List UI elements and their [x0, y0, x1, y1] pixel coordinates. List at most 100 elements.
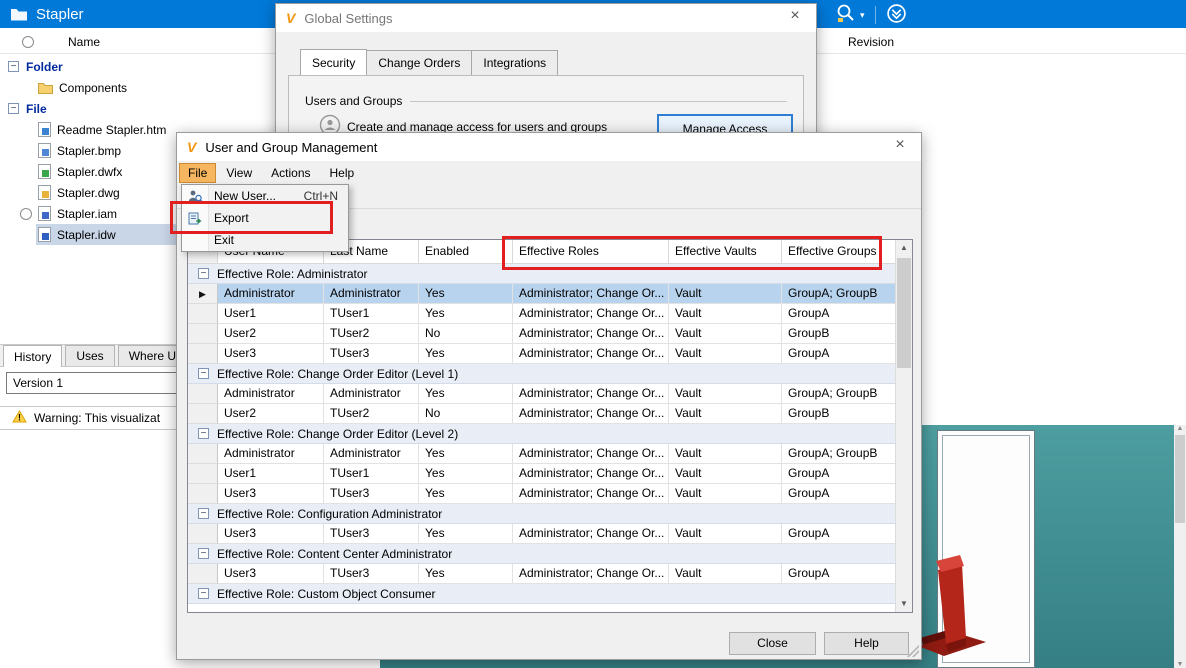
tab-change-orders[interactable]: Change Orders	[367, 50, 473, 76]
scroll-up-icon[interactable]: ▲	[896, 240, 912, 256]
table-cell: Vault	[669, 324, 782, 344]
search-options-icon[interactable]	[836, 3, 856, 27]
file-icon-iam	[38, 206, 51, 221]
menu-help[interactable]: Help	[321, 163, 364, 183]
screen: Stapler ▾ Name Revision − Folder Component…	[0, 0, 1186, 668]
resize-grip[interactable]	[907, 645, 919, 657]
ugm-table-body: − Effective Role: Administrator ▶ Administr…	[188, 264, 912, 604]
close-icon[interactable]: ×	[889, 136, 911, 154]
table-row[interactable]: User1 TUser1 Yes Administrator; Change Or..…	[188, 464, 897, 484]
collapse-icon[interactable]: −	[198, 268, 209, 279]
collapse-icon[interactable]: −	[198, 548, 209, 559]
column-header-effective-roles[interactable]: Effective Roles	[513, 240, 669, 264]
table-row[interactable]: User2 TUser2 No Administrator; Change Or...…	[188, 404, 897, 424]
table-row[interactable]: Administrator Administrator Yes Administrat…	[188, 444, 897, 464]
table-cell: User2	[218, 404, 324, 424]
scroll-down-icon[interactable]: ▼	[1174, 661, 1186, 668]
table-cell: Administrator; Change Or...	[513, 324, 669, 344]
tree-item-folder[interactable]: − Folder	[0, 56, 280, 77]
table-row[interactable]: User2 TUser2 No Administrator; Change Or...…	[188, 324, 897, 344]
table-cell: Administrator	[218, 444, 324, 464]
collapse-icon[interactable]: −	[198, 368, 209, 379]
collapse-icon[interactable]: −	[198, 428, 209, 439]
row-selector	[188, 484, 218, 504]
table-cell: GroupA	[782, 484, 897, 504]
tree-item-file[interactable]: − File	[0, 98, 280, 119]
vault-logo-icon: V	[187, 139, 197, 155]
table-scrollbar[interactable]: ▲ ▼	[895, 240, 912, 612]
scrollbar-thumb[interactable]	[1175, 435, 1185, 523]
table-cell: User2	[218, 324, 324, 344]
table-cell: User1	[218, 304, 324, 324]
table-row[interactable]: User3 TUser3 Yes Administrator; Change Or..…	[188, 484, 897, 504]
column-header-enabled[interactable]: Enabled	[419, 240, 513, 264]
radio-icon[interactable]	[20, 207, 32, 220]
table-group-header[interactable]: − Effective Role: Administrator	[188, 264, 897, 284]
table-row[interactable]: Administrator Administrator Yes Administrat…	[188, 384, 897, 404]
table-group-header[interactable]: − Effective Role: Content Center Administ…	[188, 544, 897, 564]
table-group-header[interactable]: − Effective Role: Custom Object Consumer	[188, 584, 897, 604]
table-row[interactable]: User3 TUser3 Yes Administrator; Change Or..…	[188, 344, 897, 364]
table-cell: Administrator; Change Or...	[513, 404, 669, 424]
table-cell: Yes	[419, 344, 513, 364]
scrollbar-thumb[interactable]	[897, 258, 911, 368]
folder-icon	[10, 7, 28, 21]
group-title: Effective Role: Custom Object Consumer	[217, 586, 436, 601]
tab-integrations[interactable]: Integrations	[472, 50, 559, 76]
table-cell: User1	[218, 464, 324, 484]
column-header-effective-groups[interactable]: Effective Groups	[782, 240, 897, 264]
table-cell: Vault	[669, 564, 782, 584]
menu-item-new-user[interactable]: New User... Ctrl+N	[182, 185, 348, 207]
table-cell: TUser2	[324, 404, 419, 424]
tab-security[interactable]: Security	[300, 49, 368, 76]
scroll-down-icon[interactable]: ▼	[896, 596, 912, 612]
table-cell: Administrator; Change Or...	[513, 384, 669, 404]
menu-actions[interactable]: Actions	[262, 163, 319, 183]
table-row[interactable]: User3 TUser3 Yes Administrator; Change Or..…	[188, 524, 897, 544]
tree-item-components[interactable]: Components	[0, 77, 280, 98]
close-button[interactable]: Close	[729, 632, 816, 655]
viewport-scrollbar[interactable]: ▲ ▼	[1174, 425, 1186, 668]
new-user-icon	[182, 189, 208, 203]
tree-item-label: Stapler.idw	[57, 227, 116, 242]
table-group-header[interactable]: − Effective Role: Change Order Editor (Le…	[188, 364, 897, 384]
section-divider	[410, 100, 787, 102]
menu-item-exit[interactable]: Exit	[182, 229, 348, 251]
menu-item-export[interactable]: Export	[182, 207, 348, 229]
collapse-icon[interactable]: −	[8, 103, 19, 114]
menu-file[interactable]: File	[179, 162, 217, 183]
table-cell: TUser3	[324, 484, 419, 504]
collapse-icon[interactable]: −	[198, 508, 209, 519]
column-header-effective-vaults[interactable]: Effective Vaults	[669, 240, 782, 264]
table-cell: Yes	[419, 484, 513, 504]
sync-circle-icon[interactable]	[886, 3, 907, 27]
table-cell: Administrator; Change Or...	[513, 564, 669, 584]
tab-uses[interactable]: Uses	[65, 345, 115, 366]
tab-history[interactable]: History	[3, 345, 63, 367]
table-row[interactable]: ▶ Administrator Administrator Yes Administra…	[188, 284, 897, 304]
export-icon	[182, 211, 208, 225]
table-cell: GroupA; GroupB	[782, 284, 897, 304]
column-header-name[interactable]: Name	[68, 35, 100, 49]
table-cell: User3	[218, 484, 324, 504]
collapse-icon[interactable]: −	[198, 588, 209, 599]
ugm-table: User Name Last Name Enabled Effective Ro…	[187, 239, 913, 613]
collapse-icon[interactable]: −	[8, 61, 19, 72]
group-title: Effective Role: Change Order Editor (Lev…	[217, 426, 459, 441]
table-cell: TUser3	[324, 524, 419, 544]
table-cell: GroupB	[782, 324, 897, 344]
table-row[interactable]: User1 TUser1 Yes Administrator; Change Or..…	[188, 304, 897, 324]
group-title: Effective Role: Content Center Administr…	[217, 546, 453, 561]
column-header-revision[interactable]: Revision	[848, 35, 894, 49]
table-cell: Yes	[419, 464, 513, 484]
tree-item-label: Stapler.iam	[57, 206, 118, 221]
table-cell: Vault	[669, 344, 782, 364]
chevron-down-icon[interactable]: ▾	[860, 10, 865, 21]
menu-view[interactable]: View	[217, 163, 261, 183]
table-group-header[interactable]: − Effective Role: Configuration Administr…	[188, 504, 897, 524]
table-row[interactable]: User3 TUser3 Yes Administrator; Change Or..…	[188, 564, 897, 584]
close-icon[interactable]: ×	[784, 7, 806, 25]
scroll-up-icon[interactable]: ▲	[1174, 425, 1186, 432]
help-button[interactable]: Help	[824, 632, 909, 655]
table-group-header[interactable]: − Effective Role: Change Order Editor (Le…	[188, 424, 897, 444]
